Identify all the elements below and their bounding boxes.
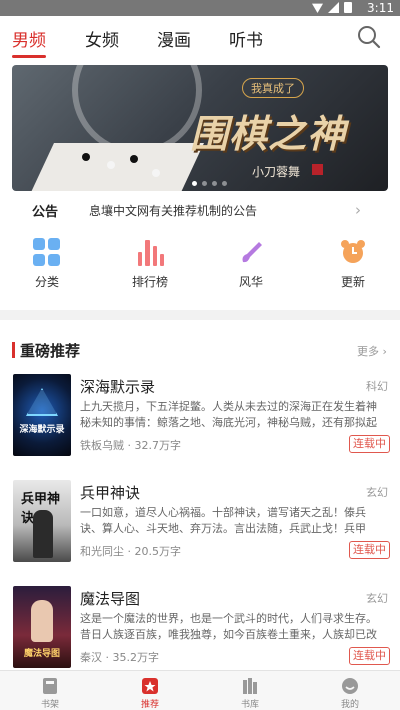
section-accent-bar (12, 342, 15, 358)
book-title[interactable]: 深海默示录 (80, 376, 155, 397)
pagination-dot[interactable] (212, 181, 217, 186)
book-author: 和光同尘 (80, 545, 124, 558)
section-header: 重磅推荐 更多 › (0, 338, 400, 362)
seal-stamp (312, 164, 323, 175)
go-stone (107, 161, 115, 169)
top-tab-bar: 男频 女频 漫画 听书 (0, 16, 400, 60)
status-time: 3:11 (367, 1, 394, 15)
quick-links: 分类 排行榜 风华 更新 (0, 233, 400, 298)
ranking-bars-icon (136, 238, 164, 266)
book-word-count: 35.2万字 (112, 651, 160, 664)
nav-bookshelf[interactable]: 书架 (0, 671, 100, 710)
pagination-dot[interactable] (192, 181, 197, 186)
pagination-dot[interactable] (202, 181, 207, 186)
book-meta: 秦汉 · 35.2万字 (80, 651, 160, 664)
tab-female[interactable]: 女频 (85, 26, 119, 51)
book-genre: 科幻 (366, 380, 388, 393)
tab-comics[interactable]: 漫画 (157, 26, 191, 51)
banner-title: 围棋之神 (190, 111, 347, 156)
star-badge-icon (142, 678, 158, 694)
nav-label: 书架 (40, 700, 59, 710)
signal-icon (328, 2, 339, 13)
quick-link-label: 分类 (34, 275, 59, 289)
status-badge: 连载中 (349, 541, 390, 559)
banner-pagination (192, 181, 227, 186)
banner-author: 小刀蓉舞 (252, 165, 301, 179)
book-meta: 和光同尘 · 20.5万字 (80, 545, 182, 558)
book-cover[interactable]: 深海默示录 (13, 374, 71, 456)
nav-label: 我的 (340, 700, 359, 710)
wifi-icon (312, 3, 323, 13)
featured-section: 我真成了 围棋之神 小刀蓉舞 公告 息壤中文网有关推荐机制的公告 › 分类 排行… (0, 60, 400, 310)
quick-link-label: 排行榜 (131, 275, 168, 289)
book-genre: 玄幻 (366, 486, 388, 499)
quick-link-fenghua[interactable]: 风华 (216, 233, 286, 298)
book-item[interactable]: 兵甲神诀 兵甲神诀 玄幻 一口如意，道尽人心祸福。十部神诀，谱写诸天之乱！傣兵诀… (0, 480, 400, 580)
book-description: 一口如意，道尽人心祸福。十部神诀，谱写诸天之乱！傣兵诀、算人心、斗天地、弃万法。… (80, 506, 366, 535)
announcement-row[interactable]: 公告 息壤中文网有关推荐机制的公告 › (0, 195, 400, 225)
tab-male[interactable]: 男频 (12, 26, 46, 51)
bottom-nav: 书架 推荐 书库 我的 (0, 670, 400, 710)
brush-icon (242, 242, 262, 263)
book-description: 这是一个魔法的世界，也是一个武斗的时代，人们寻求生存。昔日人族逐百族，唯我独尊，… (80, 612, 377, 641)
active-tab-indicator (12, 55, 46, 58)
book-meta: 铁板乌贼 · 32.7万字 (80, 439, 182, 452)
recommend-section: 重磅推荐 更多 › 深海默示录 深海默示录 科幻 上九天揽月，下五洋捉鳖。人类从… (0, 320, 400, 670)
battery-icon (344, 2, 352, 13)
quick-link-label: 更新 (340, 275, 365, 289)
go-stone (82, 153, 90, 161)
nav-library[interactable]: 书库 (200, 671, 300, 710)
go-stone (152, 169, 160, 177)
quick-link-category[interactable]: 分类 (12, 233, 82, 298)
book-title[interactable]: 魔法导图 (80, 588, 140, 609)
book-word-count: 20.5万字 (134, 545, 182, 558)
book-cover[interactable]: 魔法导图 (13, 586, 71, 668)
nav-recommend[interactable]: 推荐 (100, 671, 200, 710)
category-grid-icon (33, 238, 61, 266)
nav-label: 书库 (240, 700, 259, 710)
book-item[interactable]: 深海默示录 深海默示录 科幻 上九天揽月，下五洋捉鳖。人类从未去过的深海正在发生… (0, 374, 400, 474)
pagination-dot[interactable] (222, 181, 227, 186)
nav-label: 推荐 (140, 700, 159, 710)
search-icon[interactable] (356, 24, 382, 50)
tab-audiobooks[interactable]: 听书 (229, 26, 263, 51)
nav-profile[interactable]: 我的 (300, 671, 400, 710)
smiley-user-icon (342, 678, 358, 694)
more-link[interactable]: 更多 › (357, 343, 387, 359)
quick-link-ranking[interactable]: 排行榜 (115, 233, 185, 298)
status-bar: 3:11 (0, 0, 400, 16)
section-title: 重磅推荐 (20, 342, 81, 360)
library-books-icon (243, 678, 257, 694)
book-cover[interactable]: 兵甲神诀 (13, 480, 71, 562)
book-author: 铁板乌贼 (80, 439, 124, 452)
book-word-count: 32.7万字 (134, 439, 182, 452)
go-board-image (26, 143, 204, 191)
quick-link-label: 风华 (238, 275, 263, 289)
chevron-right-icon: › (355, 201, 361, 219)
bookshelf-icon (43, 678, 57, 694)
book-author: 秦汉 (80, 651, 102, 664)
system-icons (312, 2, 352, 13)
announcement-label: 公告 (32, 205, 59, 220)
banner-subtitle: 我真成了 (242, 78, 304, 98)
promo-banner[interactable]: 我真成了 围棋之神 小刀蓉舞 (12, 65, 388, 191)
announcement-text[interactable]: 息壤中文网有关推荐机制的公告 (89, 202, 257, 219)
status-badge: 连载中 (349, 647, 390, 665)
alarm-clock-icon (341, 240, 365, 263)
quick-link-updates[interactable]: 更新 (318, 233, 388, 298)
banner-decoration (72, 65, 202, 155)
book-title[interactable]: 兵甲神诀 (80, 482, 140, 503)
go-stone (130, 155, 138, 163)
status-badge: 连载中 (349, 435, 390, 453)
book-description: 上九天揽月，下五洋捉鳖。人类从未去过的深海正在发生着神秘未知的事情：鲸落之地、海… (80, 400, 377, 429)
book-genre: 玄幻 (366, 592, 388, 605)
